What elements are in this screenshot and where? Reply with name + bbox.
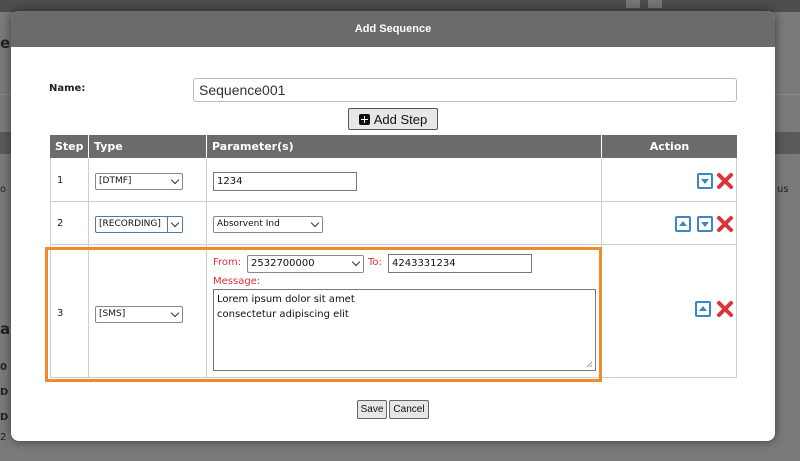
step-number: 2 <box>57 218 64 229</box>
move-up-icon <box>699 306 707 311</box>
table-row: 1 [DTMF] 1234 <box>50 158 737 202</box>
add-sequence-dialog: Add Sequence Name: Sequence001 Add Step … <box>11 11 775 441</box>
column-divider <box>88 158 89 202</box>
message-textarea[interactable]: Lorem ipsum dolor sit amet consectetur ad… <box>213 289 596 371</box>
from-number-value: 2532700000 <box>251 258 315 269</box>
header-type: Type <box>88 135 206 158</box>
recording-select-value: Absorvent Ind <box>217 219 280 229</box>
dropdown-chevron-icon <box>170 308 180 318</box>
recording-select[interactable]: Absorvent Ind <box>213 216 323 233</box>
move-up-icon <box>679 221 687 226</box>
step-number: 1 <box>57 175 64 186</box>
add-step-button[interactable]: Add Step <box>348 108 438 130</box>
column-divider <box>601 158 602 202</box>
background-text-fragment: D <box>0 387 9 398</box>
dtmf-digits-input[interactable]: 1234 <box>213 172 357 191</box>
header-step: Step <box>55 140 84 153</box>
column-divider <box>206 202 207 245</box>
background-topbar-button <box>626 0 640 8</box>
background-text-fragment: a <box>0 320 11 338</box>
from-number-select[interactable]: 2532700000 <box>247 255 364 273</box>
dialog-title: Add Sequence <box>11 11 775 47</box>
move-up-button[interactable] <box>695 301 711 317</box>
table-row: 2 [RECORDING] Absorvent Ind <box>50 202 737 245</box>
type-select[interactable]: [SMS] <box>95 306 183 323</box>
background-text-fragment: o <box>0 184 7 195</box>
delete-icon[interactable] <box>715 214 735 234</box>
message-line: consectetur adipiscing elit <box>217 309 349 320</box>
type-select-value: [SMS] <box>99 309 126 319</box>
dropdown-chevron-icon <box>170 218 180 228</box>
add-step-label: Add Step <box>373 111 428 127</box>
step-number: 3 <box>57 308 64 319</box>
background-text-fragment: D <box>0 412 9 423</box>
background-text-fragment: 0 <box>0 362 7 373</box>
move-down-button[interactable] <box>697 173 713 189</box>
dropdown-chevron-icon <box>170 175 180 185</box>
dropdown-button <box>167 217 182 232</box>
name-label: Name: <box>49 83 86 94</box>
resize-handle-icon[interactable] <box>586 361 593 368</box>
background-text-fragment: e <box>0 34 11 52</box>
header-action: Action <box>601 135 737 158</box>
to-number-input[interactable]: 4243331234 <box>388 254 532 273</box>
table-header: Step Type Parameter(s) Action <box>50 135 737 158</box>
move-down-icon <box>701 179 709 184</box>
type-select-value: [RECORDING] <box>99 219 161 229</box>
cancel-button[interactable]: Cancel <box>389 400 429 419</box>
move-down-icon <box>701 222 709 227</box>
column-divider <box>88 245 89 378</box>
to-label: To: <box>368 257 382 268</box>
message-line: Lorem ipsum dolor sit amet <box>217 294 355 305</box>
background-text-fragment: us <box>777 184 789 195</box>
column-divider <box>601 245 602 378</box>
type-select[interactable]: [DTMF] <box>95 173 183 190</box>
header-parameters: Parameter(s) <box>206 135 601 158</box>
column-divider <box>206 158 207 202</box>
table-row: 3 [SMS] From: 2532700000 To: 4243331234 … <box>50 245 737 378</box>
delete-icon[interactable] <box>715 299 735 319</box>
column-divider <box>88 202 89 245</box>
delete-icon[interactable] <box>715 171 735 191</box>
move-up-button[interactable] <box>675 216 691 232</box>
dropdown-chevron-icon <box>351 257 361 267</box>
type-select-value: [DTMF] <box>99 176 132 186</box>
plus-square-icon <box>358 113 370 125</box>
dropdown-chevron-icon <box>310 218 320 228</box>
background-text-fragment: 2 <box>0 432 7 443</box>
column-divider <box>206 245 207 378</box>
from-label: From: <box>213 257 242 268</box>
save-button[interactable]: Save <box>357 400 387 419</box>
move-down-button[interactable] <box>697 216 713 232</box>
column-divider <box>601 202 602 245</box>
name-input[interactable]: Sequence001 <box>193 78 737 102</box>
background-topbar-button <box>648 0 662 8</box>
type-select[interactable]: [RECORDING] <box>95 216 183 233</box>
message-label: Message: <box>213 276 261 287</box>
